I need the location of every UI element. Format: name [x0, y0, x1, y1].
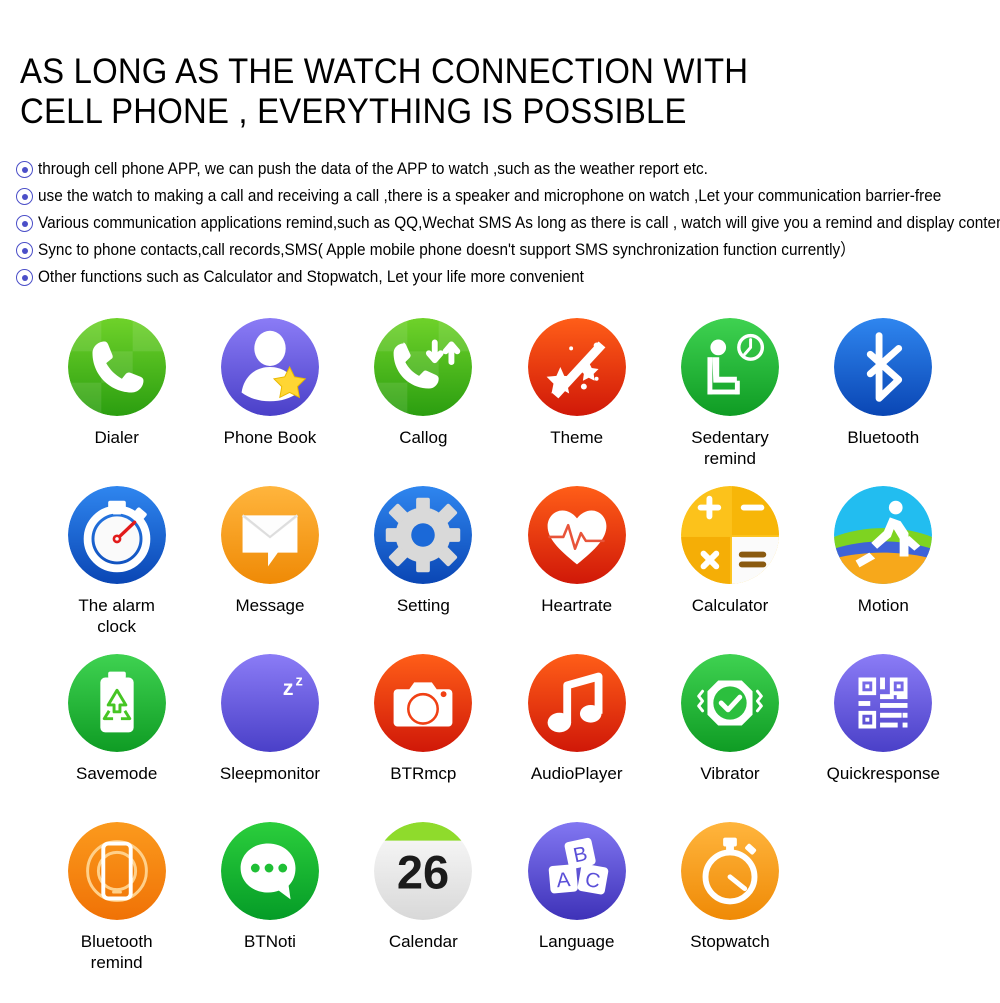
app-item-phone-book[interactable]: Phone Book: [194, 318, 346, 486]
callog-icon[interactable]: [374, 318, 473, 416]
app-item-the-alarm-clock[interactable]: The alarm clock: [41, 486, 193, 654]
app-label: Calendar: [388, 932, 458, 951]
calculator-icon[interactable]: [680, 486, 779, 584]
app-label: Vibrator: [700, 764, 760, 783]
theme-icon[interactable]: [527, 318, 626, 416]
app-item-sleepmonitor[interactable]: z z Sleepmonitor: [194, 654, 346, 822]
svg-text:26: 26: [397, 846, 449, 899]
app-label: Sleepmonitor: [219, 764, 321, 783]
calendar-icon[interactable]: 26: [374, 822, 473, 920]
app-label: Setting: [396, 596, 450, 615]
btrmcp-camera-icon[interactable]: [374, 654, 473, 752]
app-item-savemode[interactable]: Savemode: [41, 654, 193, 822]
svg-text:z: z: [295, 673, 302, 689]
audioplayer-icon[interactable]: [527, 654, 626, 752]
list-item-label: Various communication applications remin…: [38, 214, 1000, 232]
dialer-icon[interactable]: [67, 318, 166, 416]
setting-icon[interactable]: [374, 486, 473, 584]
sleepmonitor-icon[interactable]: z z: [220, 654, 319, 752]
app-item-calculator[interactable]: Calculator: [654, 486, 806, 654]
circled-dot-icon: [16, 242, 33, 259]
circled-dot-icon: [16, 188, 33, 205]
app-item-callog[interactable]: Callog: [347, 318, 499, 486]
app-label: The alarm clock: [78, 596, 155, 636]
app-item-vibrator[interactable]: Vibrator: [654, 654, 806, 822]
circled-dot-icon: [16, 269, 33, 286]
motion-icon[interactable]: [834, 486, 933, 584]
app-label: Language: [538, 932, 615, 951]
message-icon[interactable]: [220, 486, 319, 584]
app-item-message[interactable]: Message: [194, 486, 346, 654]
app-label: BTRmcp: [390, 764, 457, 783]
app-label: AudioPlayer: [530, 764, 623, 783]
app-item-bluetooth[interactable]: Bluetooth: [807, 318, 959, 486]
app-label: Bluetooth remind: [80, 932, 153, 972]
app-label: Heartrate: [541, 596, 613, 615]
app-item-bluetooth-remind[interactable]: Bluetooth remind: [41, 822, 193, 990]
list-item-label: through cell phone APP, we can push the …: [38, 160, 708, 178]
app-label: Stopwatch: [690, 932, 770, 951]
circled-dot-icon: [16, 215, 33, 232]
list-item: Sync to phone contacts,call records,SMS(…: [16, 237, 994, 264]
app-item-stopwatch[interactable]: Stopwatch: [654, 822, 806, 990]
app-item-dialer[interactable]: Dialer: [41, 318, 193, 486]
app-item-motion[interactable]: Motion: [807, 486, 959, 654]
app-item-quickresponse[interactable]: Quickresponse: [807, 654, 959, 822]
feature-list: through cell phone APP, we can push the …: [16, 156, 1000, 291]
list-item: Other functions such as Calculator and S…: [16, 264, 994, 291]
app-icon-grid: Dialer Phone Book Callog Theme Sedentary…: [40, 318, 960, 990]
heartrate-icon[interactable]: [527, 486, 626, 584]
app-item-setting[interactable]: Setting: [347, 486, 499, 654]
language-icon[interactable]: B C A: [527, 822, 626, 920]
alarm-clock-icon[interactable]: [67, 486, 166, 584]
app-grid-spacer: [807, 822, 959, 990]
sedentary-remind-icon[interactable]: [680, 318, 779, 416]
list-item-label: use the watch to making a call and recei…: [38, 187, 942, 205]
page-title: AS LONG AS THE WATCH CONNECTION WITH CEL…: [20, 52, 749, 131]
savemode-icon[interactable]: [67, 654, 166, 752]
bluetooth-icon[interactable]: [834, 318, 933, 416]
phone-book-icon[interactable]: [220, 318, 319, 416]
svg-text:z: z: [283, 675, 294, 700]
app-label: Quickresponse: [826, 764, 940, 783]
vibrator-icon[interactable]: [680, 654, 779, 752]
app-item-theme[interactable]: Theme: [501, 318, 653, 486]
app-item-btnoti[interactable]: BTNoti: [194, 822, 346, 990]
app-label: Message: [235, 596, 305, 615]
list-item-label: Sync to phone contacts,call records,SMS(…: [38, 241, 856, 259]
list-item: use the watch to making a call and recei…: [16, 183, 994, 210]
app-label: Bluetooth: [847, 428, 920, 447]
quickresponse-qr-icon[interactable]: [834, 654, 933, 752]
list-item: Various communication applications remin…: [16, 210, 1000, 237]
svg-text:A: A: [555, 868, 571, 892]
app-item-calendar[interactable]: 26 Calendar: [347, 822, 499, 990]
app-item-btrmcp[interactable]: BTRmcp: [347, 654, 499, 822]
circled-dot-icon: [16, 161, 33, 178]
app-item-language[interactable]: B C A Language: [501, 822, 653, 990]
app-label: Motion: [857, 596, 909, 615]
list-item: through cell phone APP, we can push the …: [16, 156, 994, 183]
btnoti-icon[interactable]: [220, 822, 319, 920]
bluetooth-remind-icon[interactable]: [67, 822, 166, 920]
list-item-label: Other functions such as Calculator and S…: [38, 268, 584, 286]
app-label: Savemode: [76, 764, 158, 783]
app-item-sedentary-remind[interactable]: Sedentary remind: [654, 318, 806, 486]
app-label: Phone Book: [223, 428, 317, 447]
app-label: BTNoti: [244, 932, 296, 951]
app-label: Sedentary remind: [691, 428, 769, 468]
app-label: Callog: [399, 428, 448, 447]
app-item-heartrate[interactable]: Heartrate: [501, 486, 653, 654]
stopwatch-icon[interactable]: [680, 822, 779, 920]
app-label: Calculator: [691, 596, 769, 615]
app-item-audioplayer[interactable]: AudioPlayer: [501, 654, 653, 822]
app-label: Theme: [550, 428, 604, 447]
app-label: Dialer: [94, 428, 139, 447]
